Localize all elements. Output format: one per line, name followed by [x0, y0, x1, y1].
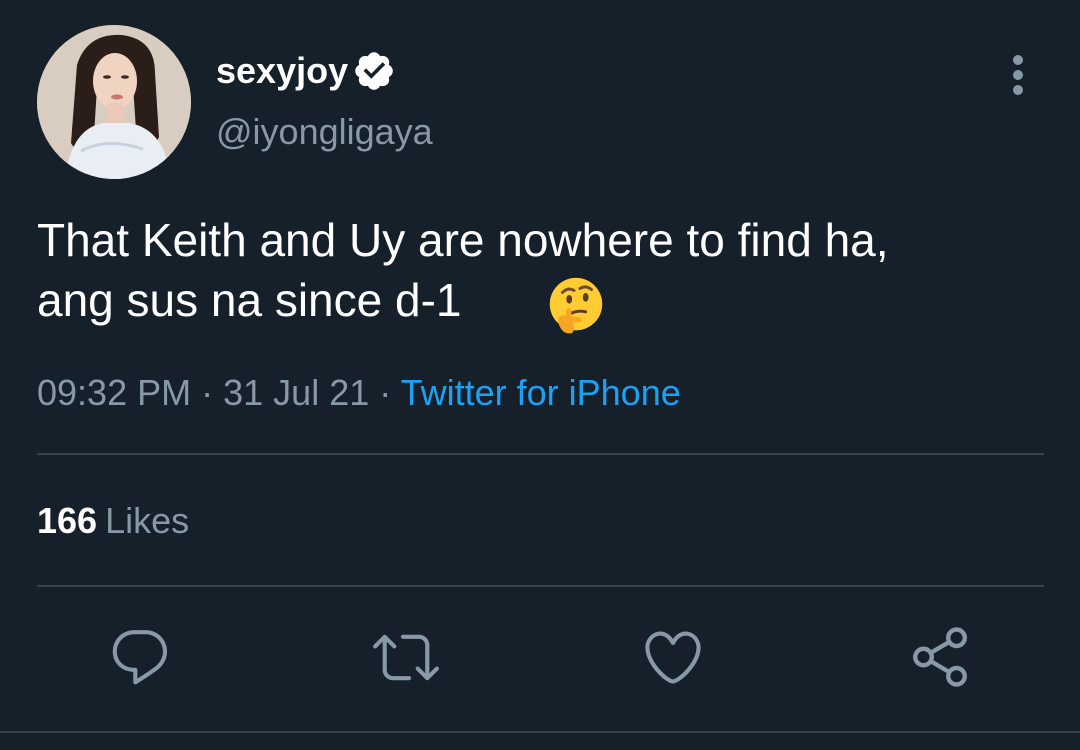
more-options-icon[interactable]: [998, 52, 1038, 98]
tweet-source-link[interactable]: Twitter for iPhone: [401, 372, 681, 413]
divider: [0, 731, 1080, 733]
reply-icon[interactable]: [107, 624, 173, 690]
divider: [37, 453, 1044, 455]
tweet-text-line-1: That Keith and Uy are nowhere to find ha…: [37, 214, 889, 266]
share-icon[interactable]: [907, 624, 973, 690]
tweet-date: 31 Jul 21: [223, 372, 370, 413]
like-icon[interactable]: [640, 624, 706, 690]
verified-badge-icon: [355, 52, 393, 90]
tweet-text-line-2: ang sus na since d-1: [37, 274, 462, 326]
meta-separator: ·: [201, 372, 214, 413]
tweet-time: 09:32 PM: [37, 372, 192, 413]
avatar[interactable]: [37, 25, 191, 179]
display-name-row: sexyjoy: [216, 48, 396, 94]
avatar-image: [37, 25, 191, 179]
likes-label: Likes: [105, 500, 190, 541]
likes-count: 166: [37, 500, 98, 541]
user-handle[interactable]: @iyongligaya: [216, 111, 433, 153]
thinking-face-emoji-icon: [549, 277, 603, 334]
tweet-detail: sexyjoy @iyongligaya That Keith and Uy a…: [0, 0, 1080, 750]
divider: [37, 585, 1044, 587]
tweet-meta: 09:32 PM · 31 Jul 21 · Twitter for iPhon…: [37, 372, 681, 414]
meta-separator: ·: [379, 372, 392, 413]
retweet-icon[interactable]: [373, 624, 439, 690]
likes-stat[interactable]: 166 Likes: [37, 500, 189, 542]
tweet-text: That Keith and Uy are nowhere to find ha…: [37, 210, 1047, 330]
display-name[interactable]: sexyjoy: [216, 50, 348, 92]
